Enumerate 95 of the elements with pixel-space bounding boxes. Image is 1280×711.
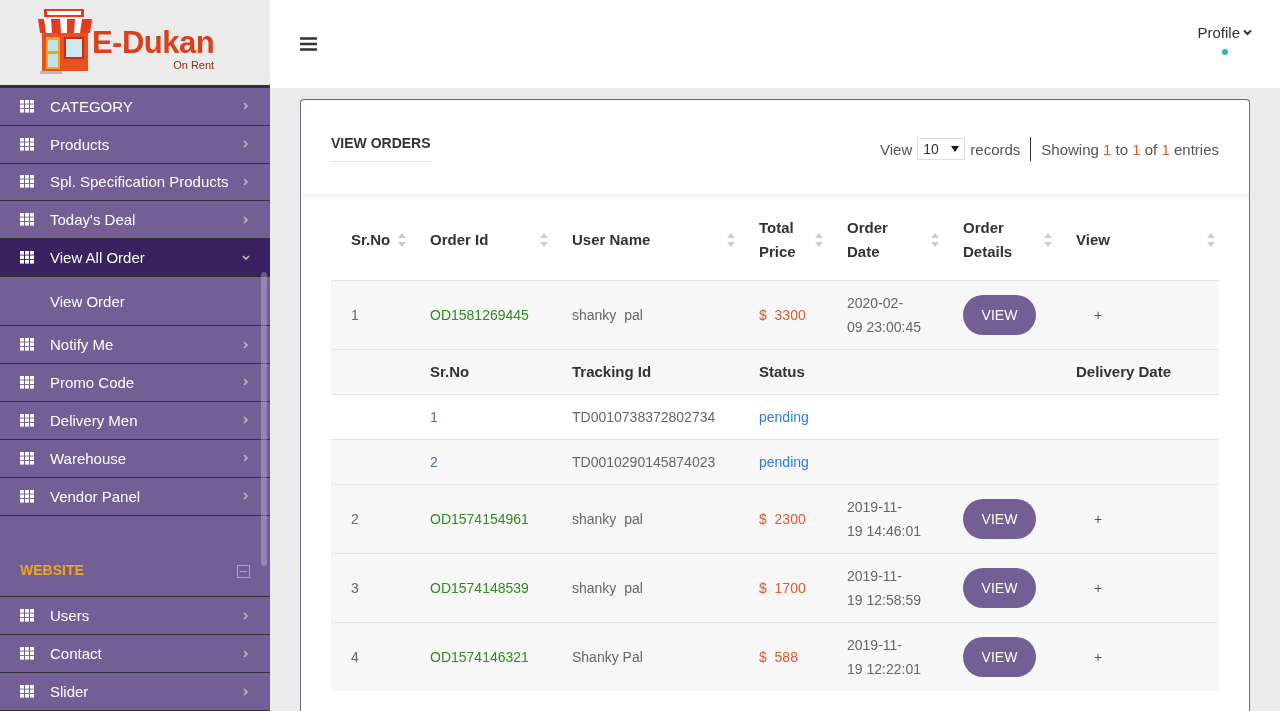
table-cell: 4	[351, 648, 359, 665]
profile-menu[interactable]: Profile	[1197, 23, 1252, 41]
detail-header: Delivery Date	[1076, 362, 1172, 380]
sort-icon[interactable]	[931, 233, 939, 247]
sort-icon[interactable]	[540, 233, 548, 247]
tracking-id: TD0010290145874023	[572, 453, 716, 470]
status-dot	[1221, 48, 1228, 55]
table-cell: shanky pal	[572, 306, 643, 323]
page-size-select[interactable]: 10	[917, 138, 966, 160]
chevron-right-icon	[242, 649, 250, 658]
table-cell: shanky pal	[572, 510, 643, 527]
price: $ 2300	[759, 510, 806, 527]
detail-header: Tracking Id	[572, 362, 652, 380]
grid-icon	[20, 175, 34, 189]
column-header[interactable]: User Name	[572, 227, 651, 252]
expand-toggle[interactable]: +	[1094, 510, 1103, 527]
view-button[interactable]: VIEW	[963, 498, 1036, 539]
table-cell: 2020-02-09 23:00:45	[847, 294, 921, 335]
grid-icon	[20, 338, 34, 351]
table-cell: shanky pal	[572, 579, 643, 596]
price: $ 3300	[759, 306, 806, 323]
table-cell: 2019-11-19 14:46:01	[847, 498, 921, 539]
grid-icon	[20, 609, 34, 623]
order-id: OD1574146321	[430, 648, 529, 665]
chevron-right-icon	[242, 215, 250, 224]
table-cell: Shanky Pal	[572, 648, 643, 665]
card-title: VIEW ORDERS	[331, 135, 431, 162]
chevron-right-icon	[242, 611, 250, 620]
section-title: WEBSITE	[20, 562, 84, 579]
records-label: records	[970, 140, 1021, 158]
table-cell: 1	[430, 408, 438, 425]
chevron-down-icon	[242, 253, 250, 262]
grid-icon	[20, 413, 34, 427]
chevron-right-icon	[242, 378, 250, 387]
view-label: View	[880, 140, 913, 158]
logo-title: E-Dukan	[91, 27, 215, 60]
detail-header: Sr.No	[430, 362, 470, 380]
chevron-right-icon	[242, 177, 250, 186]
shop-logo-icon	[35, 9, 94, 76]
expand-toggle[interactable]: +	[1094, 648, 1103, 665]
scrollbar[interactable]	[261, 272, 267, 566]
column-header[interactable]: Order Details	[963, 215, 1036, 264]
table-cell: 2019-11-19 12:22:01	[847, 636, 921, 677]
grid-icon	[20, 685, 34, 699]
price: $ 588	[759, 648, 798, 665]
sort-icon[interactable]	[815, 233, 823, 247]
caret-down-icon[interactable]	[951, 146, 960, 152]
grid-icon	[20, 647, 34, 661]
grid-icon	[20, 137, 34, 151]
grid-icon	[20, 451, 34, 465]
grid-icon	[20, 99, 34, 113]
expand-toggle[interactable]: +	[1094, 306, 1103, 323]
caret-down-icon[interactable]	[1243, 28, 1252, 36]
view-button[interactable]: VIEW	[963, 294, 1036, 335]
expand-toggle[interactable]: +	[1094, 579, 1103, 596]
chevron-right-icon	[242, 416, 250, 425]
sort-icon[interactable]	[398, 233, 406, 247]
chevron-right-icon	[242, 454, 250, 463]
grid-icon	[20, 375, 34, 389]
price: $ 1700	[759, 579, 806, 596]
status: pending	[759, 453, 809, 470]
sort-icon[interactable]	[1207, 233, 1215, 247]
menu-icon[interactable]	[300, 37, 317, 51]
chevron-right-icon	[242, 102, 250, 111]
detail-header: Status	[759, 362, 805, 380]
tracking-id: TD0010738372802734	[572, 408, 716, 425]
collapse-icon[interactable]	[237, 565, 250, 579]
grid-icon	[20, 213, 34, 227]
view-button[interactable]: VIEW	[963, 567, 1036, 608]
order-id: OD1574154961	[430, 510, 529, 527]
grid-icon	[20, 251, 34, 265]
status: pending	[759, 408, 809, 425]
table-cell: 2	[430, 453, 438, 470]
grid-icon	[20, 489, 34, 503]
column-header[interactable]: Order Date	[847, 215, 923, 264]
table-cell: 3	[351, 579, 359, 596]
column-header[interactable]: View	[1076, 227, 1110, 252]
column-header[interactable]: Sr.No	[351, 227, 391, 252]
chevron-right-icon	[242, 492, 250, 501]
column-header[interactable]: Total Price	[759, 215, 807, 264]
table-cell: 2019-11-19 12:58:59	[847, 567, 921, 608]
column-header[interactable]: Order Id	[430, 227, 489, 252]
logo-subtitle: On Rent	[173, 59, 215, 72]
chevron-right-icon	[242, 340, 250, 349]
chevron-right-icon	[242, 687, 250, 696]
view-button[interactable]: VIEW	[963, 636, 1036, 677]
sort-icon[interactable]	[1044, 233, 1052, 247]
table-cell: 1	[351, 306, 359, 323]
chevron-right-icon	[242, 140, 250, 149]
sort-icon[interactable]	[727, 233, 735, 247]
entries-info: Showing 1 to 1 of 1 entries	[1041, 140, 1219, 158]
table-cell: 2	[351, 510, 359, 527]
order-id: OD1581269445	[430, 306, 529, 323]
order-id: OD1574148539	[430, 579, 529, 596]
sidebar-item[interactable]: View All Order	[0, 239, 270, 278]
